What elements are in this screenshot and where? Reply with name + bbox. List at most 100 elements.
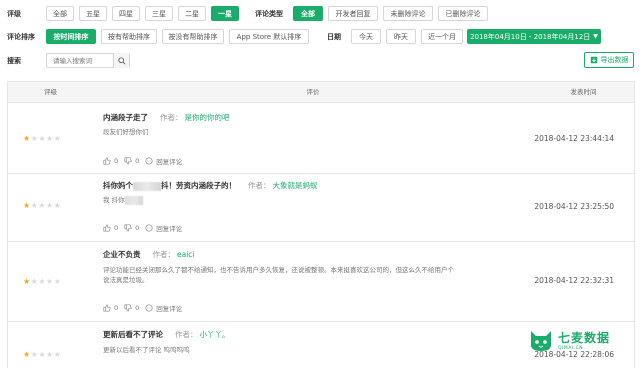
search-button[interactable]	[113, 53, 129, 68]
search-icon	[117, 56, 126, 65]
review-title-part2: 抖！劳资内涵段子的！	[161, 181, 236, 190]
date-today[interactable]: 今天	[351, 29, 381, 44]
star-rating: ★★★★★	[23, 201, 61, 210]
rating-option-two[interactable]: 二星	[178, 6, 206, 21]
thumbs-up-icon[interactable]	[103, 157, 111, 165]
redacted-blur	[133, 181, 161, 191]
review-author[interactable]: 大象就是蚂蚁	[273, 181, 318, 190]
review-time: 2018-04-12 23:44:14	[534, 134, 614, 143]
author-prefix: 作者：	[175, 330, 198, 339]
rating-option-all[interactable]: 全部	[46, 6, 74, 21]
author-prefix: 作者：	[160, 113, 183, 122]
star-icon: ★	[23, 350, 31, 359]
like-count: 0	[114, 224, 119, 232]
type-option-dev-reply[interactable]: 开发者回复	[328, 6, 378, 21]
reply-link[interactable]: 回复评论	[156, 156, 182, 166]
date-range-text: 2018年04月10日 - 2018年04月12日	[470, 32, 591, 41]
comment-icon[interactable]	[145, 304, 153, 312]
review-title-row: 更新后看不了评论 作者： 小丫丫。	[103, 329, 230, 340]
star-icon: ★	[23, 201, 31, 210]
thumbs-up-icon[interactable]	[103, 224, 111, 232]
review-actions: 0 0 回复评论	[103, 303, 182, 313]
table-header: 评级 评价 发表时间	[8, 82, 634, 103]
sort-by-not-helpful[interactable]: 按没有帮助排序	[162, 29, 224, 44]
sort-by-time[interactable]: 按时间排序	[46, 29, 96, 44]
export-label: 导出数据	[600, 56, 629, 64]
review-title-row: 抖你妈个 抖！劳资内涵段子的！ 作者： 大象就是蚂蚁	[103, 180, 318, 191]
table-row: ★★★★★ 企业不负责 作者： eaici 评论功能已经关闭那么久了都不给通知，也不…	[8, 242, 634, 322]
review-body: 评论功能已经关闭那么久了都不给通知，也不告诉用户多久恢复，还说被整顿。本来挺喜欢…	[103, 265, 513, 285]
type-option-all[interactable]: 全部	[293, 6, 323, 21]
rating-option-five[interactable]: 五星	[79, 6, 107, 21]
review-body-row: 我 抖你	[103, 195, 513, 205]
author-prefix: 作者：	[152, 250, 176, 259]
date-label: 日期	[327, 33, 341, 41]
review-body-line: 说法真是垃圾。	[103, 276, 149, 284]
cat-logo-icon	[531, 331, 551, 351]
like-count: 0	[114, 304, 119, 312]
review-actions: 0 0 回复评论	[103, 156, 182, 166]
review-title-part1: 抖你妈个	[103, 181, 133, 190]
star-rating: ★★★★★	[23, 277, 61, 286]
review-body: 我 抖你	[103, 196, 125, 204]
rating-option-four[interactable]: 四星	[112, 6, 140, 21]
star-empty-icon: ★★★★	[30, 134, 62, 143]
type-option-deleted[interactable]: 已删除评论	[438, 6, 488, 21]
col-time-header: 发表时间	[570, 88, 597, 96]
thumbs-down-icon[interactable]	[124, 224, 132, 232]
review-author[interactable]: 小丫丫。	[200, 330, 230, 339]
thumbs-down-icon[interactable]	[124, 304, 132, 312]
col-review-header: 评价	[306, 88, 320, 96]
star-empty-icon: ★★★★	[30, 350, 62, 359]
review-actions: 0 0 回复评论	[103, 223, 182, 233]
review-title-row: 内涵段子走了 作者： 是你的你的吧	[103, 112, 230, 123]
type-option-not-deleted[interactable]: 未删除评论	[383, 6, 433, 21]
star-empty-icon: ★★★★	[30, 201, 62, 210]
review-body: 段友们好想你们	[103, 128, 149, 136]
review-title: 更新后看不了评论	[103, 330, 163, 339]
type-filter-label: 评论类型	[255, 10, 283, 18]
rating-option-one[interactable]: 一星	[211, 6, 239, 21]
rating-option-three[interactable]: 三星	[145, 6, 173, 21]
review-body: 更新以后看不了评论 呜呜呜呜	[103, 346, 190, 354]
review-title: 企业不负责	[103, 250, 141, 259]
comment-icon[interactable]	[145, 224, 153, 232]
date-yesterday[interactable]: 昨天	[386, 29, 416, 44]
brand-logo: 七麦数据 QIMAI.CN	[528, 322, 632, 358]
export-data-button[interactable]: 导出数据	[584, 52, 634, 68]
chevron-down-icon: ▼	[593, 33, 598, 40]
dislike-count: 0	[135, 224, 140, 232]
thumbs-down-icon[interactable]	[124, 157, 132, 165]
thumbs-up-icon[interactable]	[103, 304, 111, 312]
date-range-picker[interactable]: 2018年04月10日 - 2018年04月12日 ▼	[467, 29, 601, 44]
review-time: 2018-04-12 23:25:50	[534, 202, 614, 211]
reply-link[interactable]: 回复评论	[156, 303, 182, 313]
sort-appstore-default[interactable]: App Store 默认排序	[229, 29, 309, 44]
table-row: ★★★★★ 抖你妈个 抖！劳资内涵段子的！ 作者： 大象就是蚂蚁 我 抖你 0 0 回…	[8, 174, 634, 242]
star-icon: ★	[23, 134, 31, 143]
review-title: 内涵段子走了	[103, 113, 148, 122]
export-icon	[590, 56, 597, 64]
review-author[interactable]: eaici	[177, 250, 195, 259]
brand-name: 七麦数据	[558, 331, 611, 345]
sort-label: 评论排序	[7, 33, 35, 41]
like-count: 0	[114, 157, 119, 165]
dislike-count: 0	[135, 304, 140, 312]
col-rating-header: 评级	[44, 88, 57, 96]
reply-link[interactable]: 回复评论	[156, 223, 182, 233]
brand-domain: QIMAI.CN	[558, 346, 584, 351]
search-field[interactable]	[46, 53, 130, 68]
star-rating: ★★★★★	[23, 350, 61, 359]
review-body-line: 评论功能已经关闭那么久了都不给通知，也不告诉用户多久恢复，还说被整顿。本来挺喜欢…	[103, 266, 454, 274]
star-icon: ★	[23, 277, 31, 286]
comment-icon[interactable]	[145, 157, 153, 165]
star-rating: ★★★★★	[23, 134, 61, 143]
search-input[interactable]	[47, 54, 113, 67]
search-label: 搜索	[7, 57, 21, 65]
date-last-month[interactable]: 近一个月	[421, 29, 463, 44]
sort-by-helpful[interactable]: 按有帮助排序	[101, 29, 157, 44]
review-title-row: 企业不负责 作者： eaici	[103, 249, 195, 260]
review-author[interactable]: 是你的你的吧	[185, 113, 230, 122]
review-time: 2018-04-12 22:32:31	[534, 276, 614, 285]
dislike-count: 0	[135, 157, 140, 165]
